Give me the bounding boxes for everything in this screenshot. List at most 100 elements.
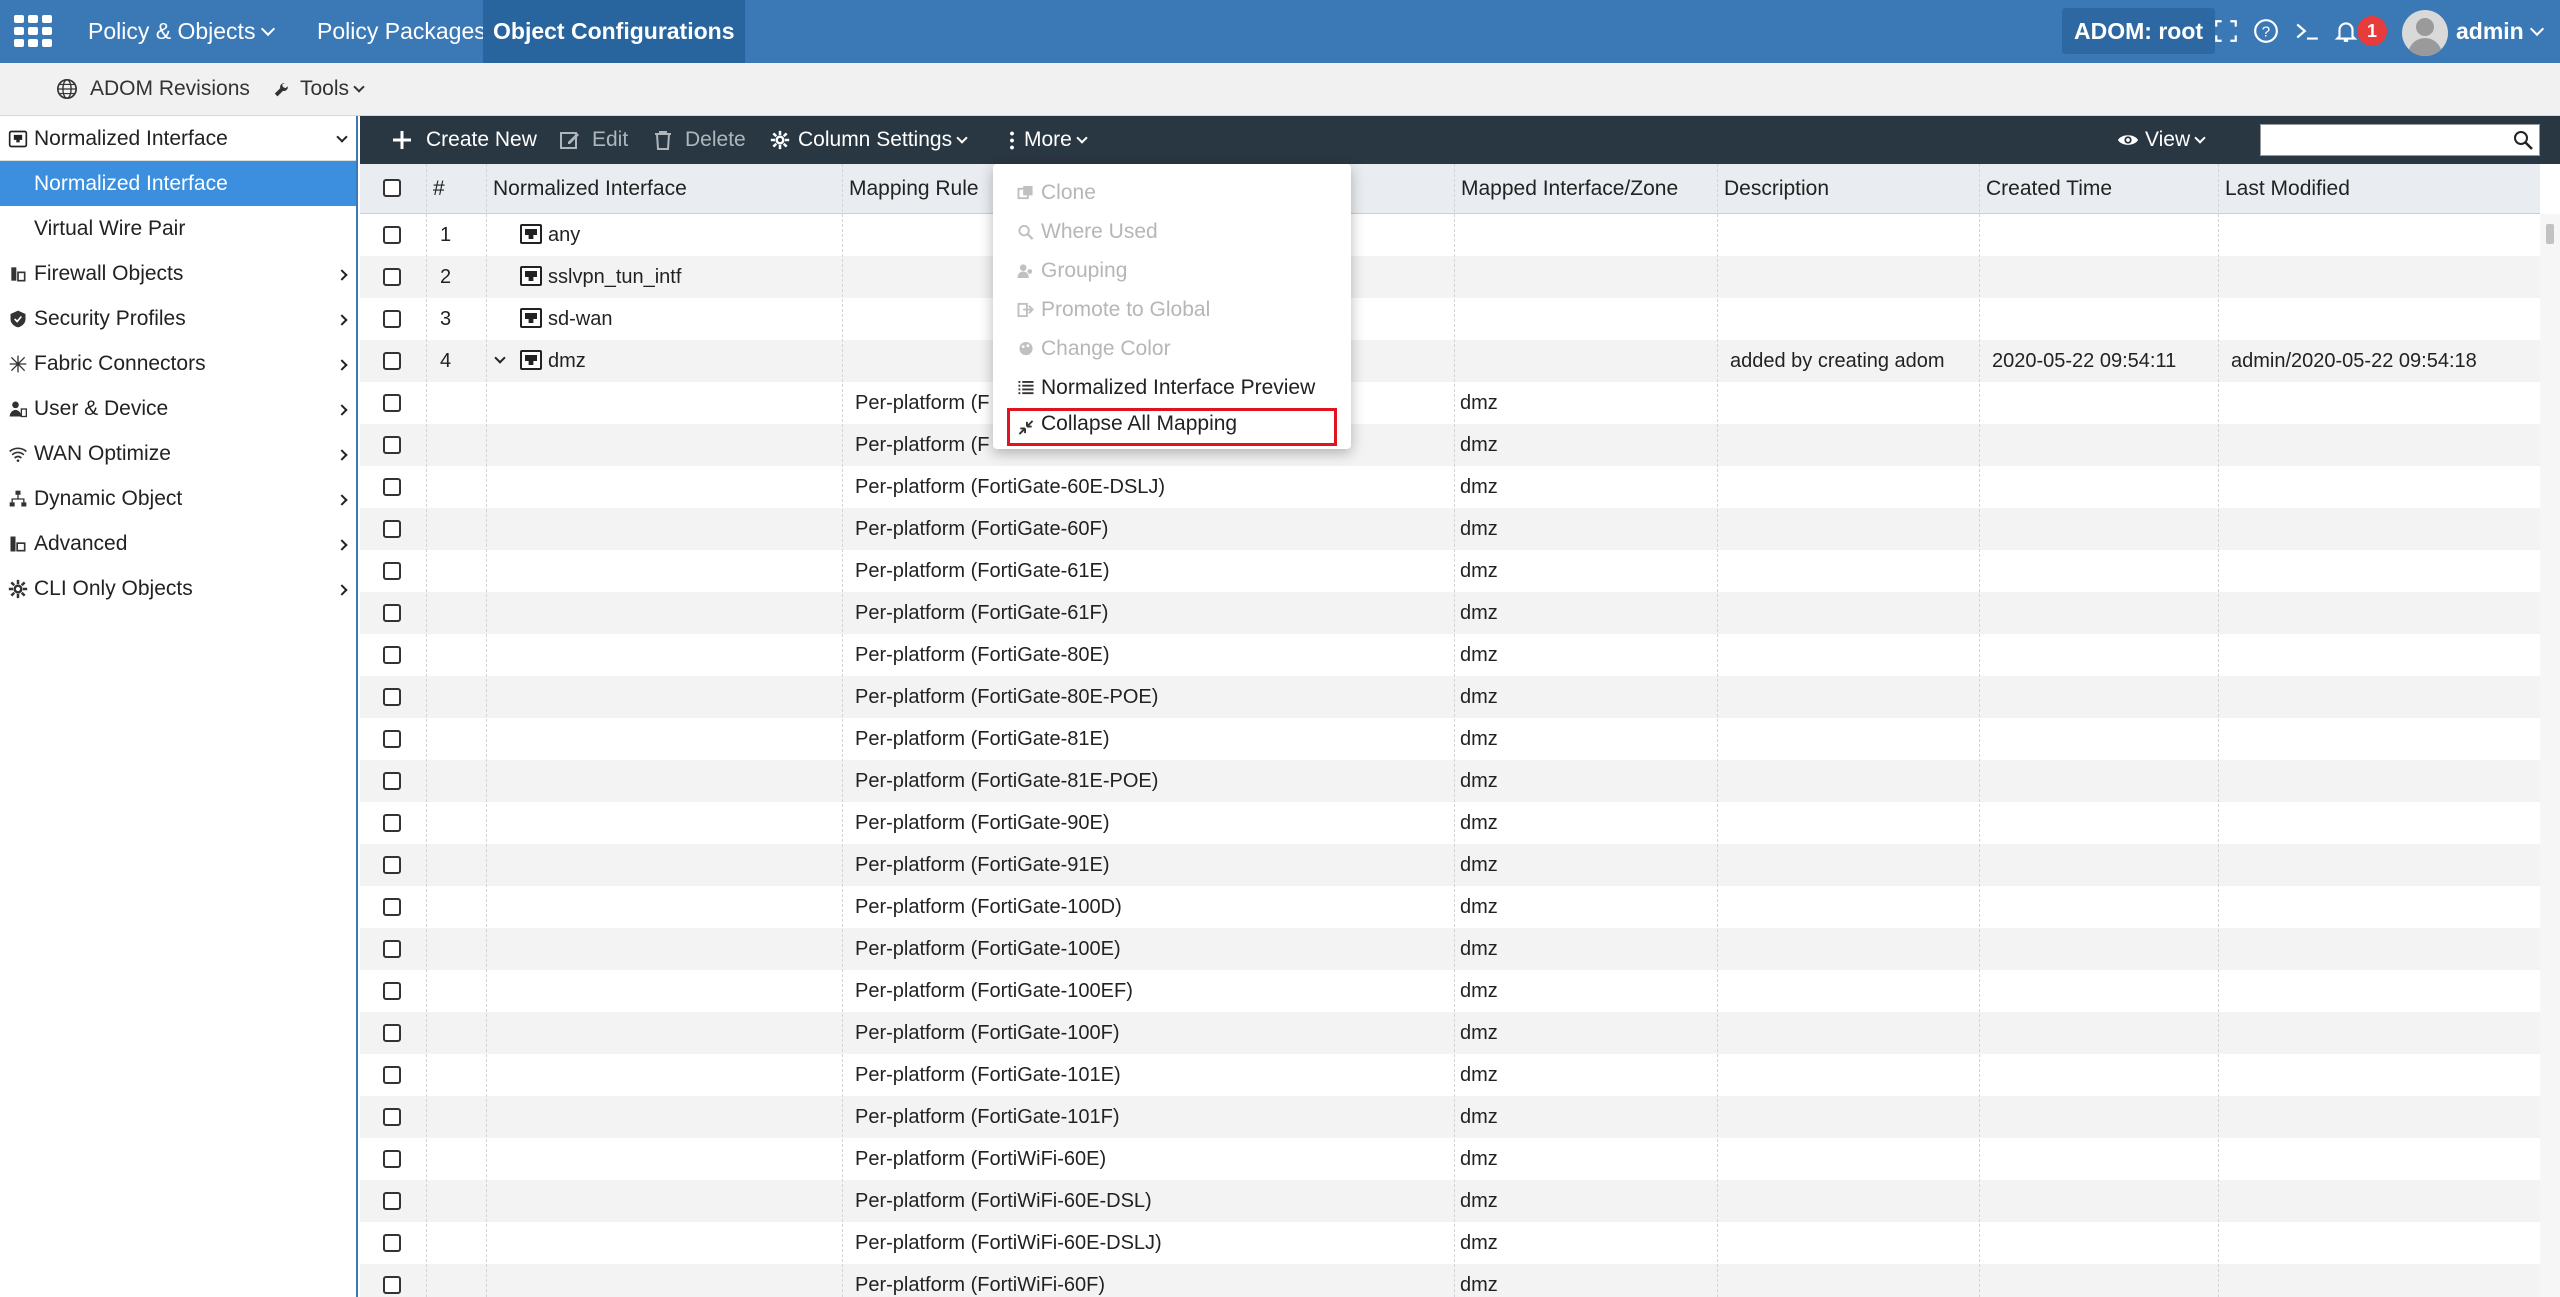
interface-name[interactable]: any bbox=[548, 214, 580, 256]
mapping-row[interactable]: Per-platform (FortiGate-100F) dmz bbox=[360, 1012, 2540, 1054]
row-checkbox[interactable] bbox=[383, 1192, 401, 1210]
delete-button[interactable]: Delete bbox=[653, 116, 746, 164]
chevron-down-icon[interactable] bbox=[494, 352, 506, 364]
bell-icon[interactable] bbox=[2333, 18, 2359, 44]
mapping-row[interactable]: Per-platform (FortiGate-80E-POE) dmz bbox=[360, 676, 2540, 718]
menu-item-change-color[interactable]: Change Color bbox=[1007, 330, 1337, 368]
sidebar-item-dynamic-object[interactable]: Dynamic Object bbox=[0, 476, 356, 521]
mapping-row[interactable]: Per-platform (FortiWiFi-60E-DSLJ) dmz bbox=[360, 1222, 2540, 1264]
row-checkbox[interactable] bbox=[383, 856, 401, 874]
menu-item-grouping[interactable]: Grouping bbox=[1007, 252, 1337, 290]
sidebar-header-normalized-interface[interactable]: Normalized Interface bbox=[0, 116, 356, 161]
column-header-description[interactable]: Description bbox=[1724, 164, 1829, 214]
mapping-row[interactable]: Per-platform (FortiGate-90E) dmz bbox=[360, 802, 2540, 844]
mapping-row[interactable]: Per-platform (FortiGate-81E-POE) dmz bbox=[360, 760, 2540, 802]
mapping-row[interactable]: Per-platform (FortiWiFi-60E-DSL) dmz bbox=[360, 1180, 2540, 1222]
table-row[interactable]: 4 dmz added by creating adom 2020-05-22 09:… bbox=[360, 340, 2540, 382]
sidebar-item-wan-optimize[interactable]: WAN Optimize bbox=[0, 431, 356, 476]
table-row[interactable]: 2 sslvpn_tun_intf bbox=[360, 256, 2540, 298]
menu-item-promote-to-global[interactable]: Promote to Global bbox=[1007, 291, 1337, 329]
row-checkbox[interactable] bbox=[383, 1234, 401, 1252]
menu-item-collapse-all-mapping[interactable]: Collapse All Mapping bbox=[1007, 408, 1337, 446]
row-checkbox[interactable] bbox=[383, 478, 401, 496]
row-checkbox[interactable] bbox=[383, 814, 401, 832]
vertical-scrollbar[interactable] bbox=[2540, 214, 2560, 1297]
view-button[interactable]: View bbox=[2117, 116, 2206, 164]
mapping-row[interactable]: Per-platform (FortiGate-101E) dmz bbox=[360, 1054, 2540, 1096]
sidebar-item-firewall-objects[interactable]: Firewall Objects bbox=[0, 251, 356, 296]
search-input[interactable] bbox=[2260, 124, 2540, 156]
sidebar-item-normalized-interface[interactable]: Normalized Interface bbox=[0, 161, 356, 206]
menu-item-normalized-interface-preview[interactable]: Normalized Interface Preview bbox=[1007, 369, 1337, 407]
row-checkbox[interactable] bbox=[383, 982, 401, 1000]
search-icon[interactable] bbox=[2513, 130, 2533, 150]
row-checkbox[interactable] bbox=[383, 646, 401, 664]
row-checkbox[interactable] bbox=[383, 940, 401, 958]
more-button[interactable]: More bbox=[1010, 116, 1088, 164]
row-checkbox[interactable] bbox=[383, 898, 401, 916]
user-menu[interactable]: admin bbox=[2456, 0, 2544, 63]
sidebar-item-virtual-wire-pair[interactable]: Virtual Wire Pair bbox=[0, 206, 356, 251]
adom-selector[interactable]: ADOM: root bbox=[2062, 8, 2216, 54]
row-checkbox[interactable] bbox=[383, 1108, 401, 1126]
tools-menu[interactable]: Tools bbox=[272, 63, 365, 115]
mapping-row[interactable]: Per-platform (FortiGate-80E) dmz bbox=[360, 634, 2540, 676]
mapping-row[interactable]: Per-platform (FortiGate-60F) dmz bbox=[360, 508, 2540, 550]
interface-name[interactable]: sslvpn_tun_intf bbox=[548, 256, 681, 298]
mapping-row[interactable]: Per-platform (F dmz bbox=[360, 382, 2540, 424]
row-checkbox[interactable] bbox=[383, 1024, 401, 1042]
interface-name[interactable]: dmz bbox=[548, 340, 586, 382]
mapping-row[interactable]: Per-platform (FortiGate-61E) dmz bbox=[360, 550, 2540, 592]
row-checkbox[interactable] bbox=[383, 310, 401, 328]
row-checkbox[interactable] bbox=[383, 688, 401, 706]
row-checkbox[interactable] bbox=[383, 1150, 401, 1168]
row-checkbox[interactable] bbox=[383, 436, 401, 454]
row-checkbox[interactable] bbox=[383, 562, 401, 580]
create-new-button[interactable]: Create New bbox=[392, 116, 537, 164]
menu-item-where-used[interactable]: Where Used bbox=[1007, 213, 1337, 251]
table-row[interactable]: 3 sd-wan bbox=[360, 298, 2540, 340]
column-settings-button[interactable]: Column Settings bbox=[770, 116, 968, 164]
cli-console-icon[interactable] bbox=[2294, 18, 2320, 44]
menu-policy-objects[interactable]: Policy & Objects bbox=[88, 0, 276, 63]
row-checkbox[interactable] bbox=[383, 520, 401, 538]
column-header-mapping-rule[interactable]: Mapping Rule bbox=[849, 164, 979, 214]
avatar[interactable] bbox=[2402, 10, 2448, 56]
sidebar-item-fabric-connectors[interactable]: Fabric Connectors bbox=[0, 341, 356, 386]
row-checkbox[interactable] bbox=[383, 1066, 401, 1084]
row-checkbox[interactable] bbox=[383, 226, 401, 244]
column-header-number[interactable]: # bbox=[433, 164, 445, 214]
row-checkbox[interactable] bbox=[383, 394, 401, 412]
scrollbar-thumb[interactable] bbox=[2546, 224, 2554, 244]
fullscreen-icon[interactable] bbox=[2213, 18, 2239, 44]
mapping-row[interactable]: Per-platform (FortiGate-100E) dmz bbox=[360, 928, 2540, 970]
row-checkbox[interactable] bbox=[383, 772, 401, 790]
adom-revisions-button[interactable]: ADOM Revisions bbox=[56, 63, 250, 115]
mapping-row[interactable]: Per-platform (FortiGate-81E) dmz bbox=[360, 718, 2540, 760]
row-checkbox[interactable] bbox=[383, 268, 401, 286]
mapping-row[interactable]: Per-platform (FortiWiFi-60E) dmz bbox=[360, 1138, 2540, 1180]
mapping-row[interactable]: Per-platform (FortiGate-61F) dmz bbox=[360, 592, 2540, 634]
sidebar-item-advanced[interactable]: Advanced bbox=[0, 521, 356, 566]
edit-button[interactable]: Edit bbox=[560, 116, 628, 164]
help-icon[interactable]: ? bbox=[2253, 18, 2279, 44]
mapping-row[interactable]: Per-platform (FortiGate-100D) dmz bbox=[360, 886, 2540, 928]
row-checkbox[interactable] bbox=[383, 604, 401, 622]
mapping-row[interactable]: Per-platform (FortiGate-60E-DSLJ) dmz bbox=[360, 466, 2540, 508]
sidebar-item-security-profiles[interactable]: Security Profiles bbox=[0, 296, 356, 341]
row-checkbox[interactable] bbox=[383, 1276, 401, 1294]
column-header-mapped-interface-zone[interactable]: Mapped Interface/Zone bbox=[1461, 164, 1678, 214]
column-header-created-time[interactable]: Created Time bbox=[1986, 164, 2112, 214]
mapping-row[interactable]: Per-platform (FortiGate-91E) dmz bbox=[360, 844, 2540, 886]
row-checkbox[interactable] bbox=[383, 730, 401, 748]
table-row[interactable]: 1 any bbox=[360, 214, 2540, 256]
mapping-row[interactable]: Per-platform (FortiGate-100EF) dmz bbox=[360, 970, 2540, 1012]
interface-name[interactable]: sd-wan bbox=[548, 298, 612, 340]
select-all-checkbox[interactable] bbox=[383, 179, 401, 197]
sidebar-item-cli-only-objects[interactable]: CLI Only Objects bbox=[0, 566, 356, 611]
column-header-normalized-interface[interactable]: Normalized Interface bbox=[493, 164, 687, 214]
column-header-last-modified[interactable]: Last Modified bbox=[2225, 164, 2350, 214]
mapping-row[interactable]: Per-platform (FortiGate-101F) dmz bbox=[360, 1096, 2540, 1138]
app-grid-icon[interactable] bbox=[14, 15, 54, 47]
sidebar-item-user-device[interactable]: User & Device bbox=[0, 386, 356, 431]
